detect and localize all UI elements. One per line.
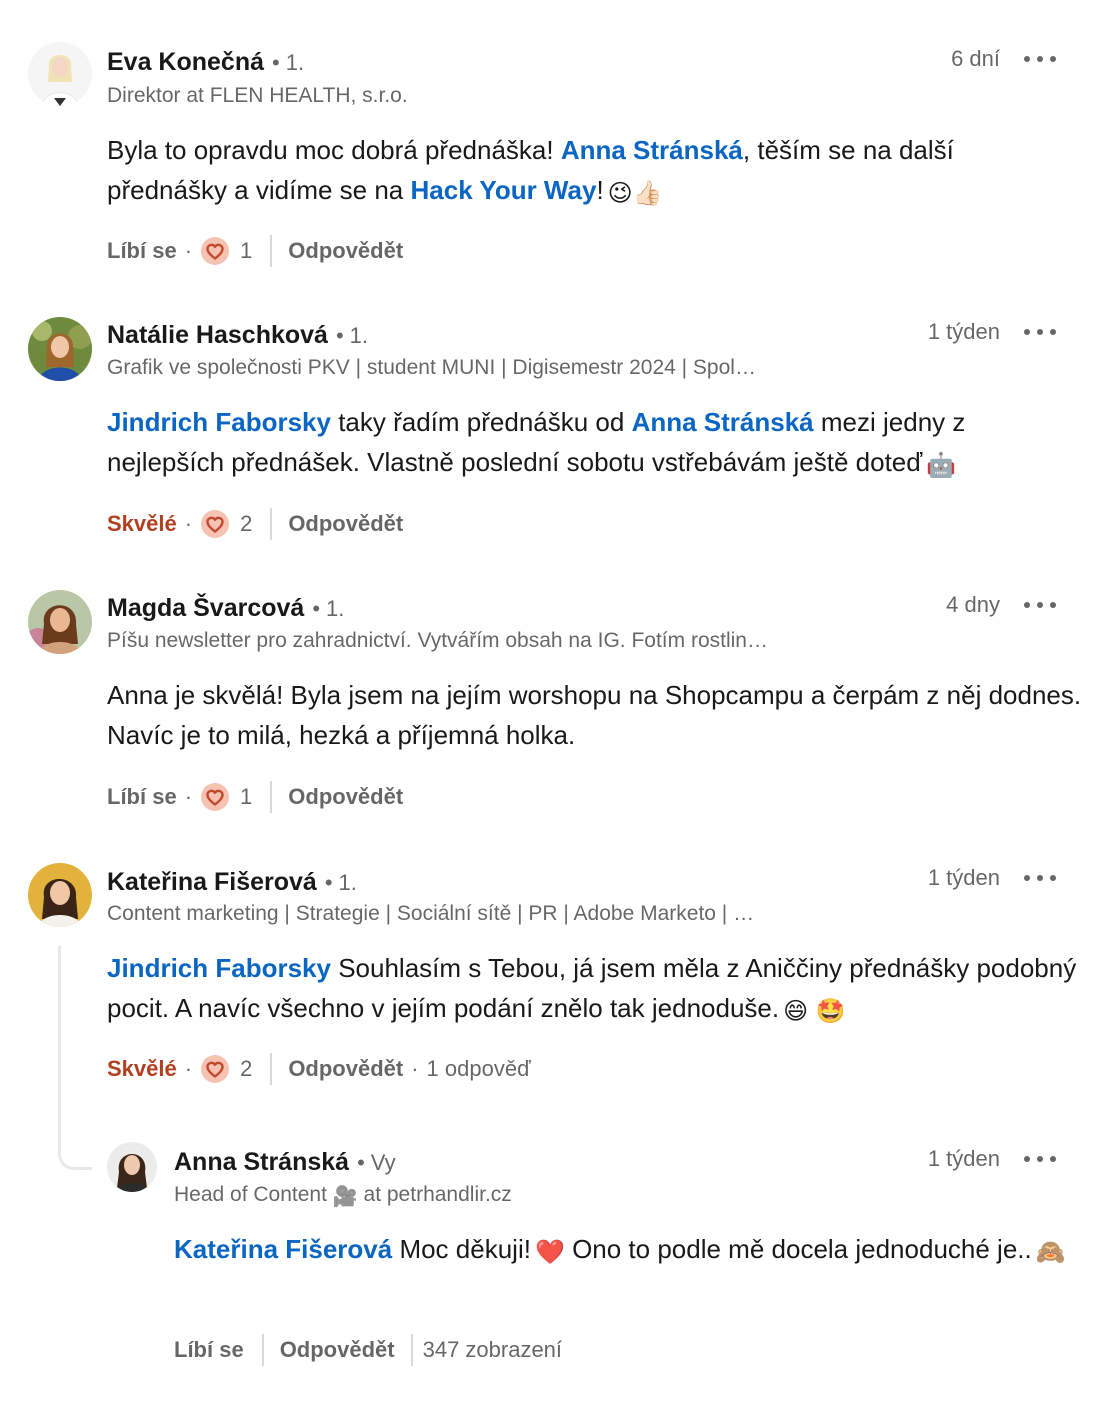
comment-actions: Líbí se Odpovědět 347 zobrazení — [174, 1334, 562, 1366]
camera-emoji: 🎥 — [332, 1184, 358, 1208]
comment-actions: Skvělé · 2 Odpovědět · 1 odpověď — [107, 1053, 531, 1085]
author-name[interactable]: Kateřina Fišerová — [107, 868, 317, 896]
divider — [410, 1334, 413, 1366]
reply-button[interactable]: Odpovědět — [288, 236, 403, 266]
connection-degree: • Vy — [357, 1150, 396, 1175]
heart-emoji: ❤️ — [534, 1238, 565, 1266]
reply-anna: Anna Stránská • Vy Head of Content 🎥 at pe… — [0, 1130, 1106, 1406]
reply-button[interactable]: Odpovědět — [280, 1335, 395, 1365]
divider — [270, 781, 273, 813]
comment-text: Byla to opravdu moc dobrá přednáška! Ann… — [107, 130, 1067, 213]
comment-eva: Eva Konečná • 1. Direktor at FLEN HEALTH, … — [0, 0, 1106, 290]
timestamp: 1 týden — [927, 319, 1000, 344]
timestamp: 4 dny — [946, 592, 1000, 617]
author-headline: Direktor at FLEN HEALTH, s.r.o. — [107, 84, 408, 107]
author-headline: Grafik ve společnosti PKV | student MUNI… — [107, 356, 756, 379]
author-headline: Content marketing | Strategie | Sociální… — [107, 902, 755, 925]
like-button[interactable]: Skvělé — [107, 1054, 177, 1084]
heart-reaction-icon[interactable] — [200, 509, 230, 539]
avatar[interactable] — [107, 1142, 157, 1192]
comment-text: Anna je skvělá! Byla jsem na jejím worsh… — [107, 680, 1082, 750]
author-line: Anna Stránská • Vy — [174, 1145, 396, 1180]
reply-button[interactable]: Odpovědět — [288, 509, 403, 539]
timestamp: 6 dní — [951, 46, 1000, 71]
more-options-icon[interactable] — [1024, 590, 1056, 620]
reply-button[interactable]: Odpovědět — [288, 782, 403, 812]
reaction-count[interactable]: 1 — [240, 782, 252, 812]
like-button[interactable]: Skvělé — [107, 509, 177, 539]
divider — [270, 235, 273, 267]
heart-reaction-icon[interactable] — [200, 1054, 230, 1084]
connection-degree: • 1. — [312, 596, 345, 621]
connection-degree: • 1. — [324, 870, 357, 895]
author-name[interactable]: Eva Konečná — [107, 48, 264, 76]
author-line: Magda Švarcová • 1. — [107, 591, 344, 626]
see-no-evil-monkey-emoji: 🙈 — [1035, 1238, 1066, 1266]
heart-reaction-icon[interactable] — [200, 236, 230, 266]
wink-thumbs-emoji: 😉👍🏻 — [607, 179, 663, 207]
comment-text: Jindrich Faborsky taky řadím přednášku o… — [107, 402, 1082, 485]
connection-degree: • 1. — [335, 323, 369, 348]
views-count: 347 zobrazení — [422, 1337, 563, 1362]
mention-link[interactable]: Jindrich Faborsky — [107, 953, 331, 983]
comment-actions: Líbí se · 1 Odpovědět — [107, 781, 403, 813]
avatar[interactable] — [28, 317, 92, 381]
reply-button[interactable]: Odpovědět — [288, 1054, 403, 1084]
like-button[interactable]: Líbí se — [107, 236, 177, 266]
more-options-icon[interactable] — [1024, 317, 1056, 347]
grin-starstruck-emoji: 😄 🤩 — [783, 997, 846, 1025]
avatar[interactable] — [28, 42, 92, 106]
robot-emoji: 🤖 — [926, 451, 957, 479]
reaction-count[interactable]: 2 — [240, 509, 252, 539]
more-options-icon[interactable] — [1024, 863, 1056, 893]
like-button[interactable]: Líbí se — [107, 782, 177, 812]
avatar[interactable] — [28, 863, 92, 927]
timestamp: 1 týden — [927, 865, 1000, 890]
divider — [270, 1053, 273, 1085]
comment-actions: Skvělé · 2 Odpovědět — [107, 508, 403, 540]
reaction-count[interactable]: 1 — [240, 236, 252, 266]
mention-link[interactable]: Anna Stránská — [632, 407, 814, 437]
like-button[interactable]: Líbí se — [174, 1335, 244, 1365]
heart-reaction-icon[interactable] — [200, 782, 230, 812]
author-line: Eva Konečná • 1. — [107, 45, 304, 80]
avatar[interactable] — [28, 590, 92, 654]
comment-text: Jindrich Faborsky Souhlasím s Tebou, já … — [107, 948, 1082, 1031]
author-line: Kateřina Fišerová • 1. — [107, 865, 357, 900]
author-name[interactable]: Magda Švarcová — [107, 594, 304, 622]
comment-natalie: Natálie Haschková • 1. Grafik ve společnos… — [0, 290, 1106, 570]
author-name[interactable]: Anna Stránská — [174, 1148, 349, 1176]
more-options-icon[interactable] — [1024, 1144, 1056, 1174]
connection-degree: • 1. — [272, 50, 305, 75]
author-name[interactable]: Natálie Haschková — [107, 321, 328, 349]
author-line: Natálie Haschková • 1. — [107, 318, 368, 353]
timestamp: 1 týden — [927, 1146, 1000, 1171]
replies-count-link[interactable]: 1 odpověď — [427, 1054, 531, 1084]
comment-magda: Magda Švarcová • 1. Píšu newsletter pro za… — [0, 570, 1106, 845]
mention-link[interactable]: Hack Your Way — [411, 175, 597, 205]
author-headline: Píšu newsletter pro zahradnictví. Vytvář… — [107, 629, 768, 652]
comment-text: Kateřina Fišerová Moc děkuji! ❤️ Ono to p… — [174, 1229, 1084, 1272]
author-headline: Head of Content 🎥 at petrhandlir.cz — [174, 1183, 512, 1208]
mention-link[interactable]: Jindrich Faborsky — [107, 407, 331, 437]
comment-actions: Líbí se · 1 Odpovědět — [107, 235, 403, 267]
more-options-icon[interactable] — [1024, 44, 1056, 74]
mention-link[interactable]: Kateřina Fišerová — [174, 1234, 392, 1264]
divider — [261, 1334, 264, 1366]
mention-link[interactable]: Anna Stránská — [561, 135, 743, 165]
reaction-count[interactable]: 2 — [240, 1054, 252, 1084]
divider — [270, 508, 273, 540]
comment-katerina: Kateřina Fišerová • 1. Content marketing |… — [0, 845, 1106, 1115]
